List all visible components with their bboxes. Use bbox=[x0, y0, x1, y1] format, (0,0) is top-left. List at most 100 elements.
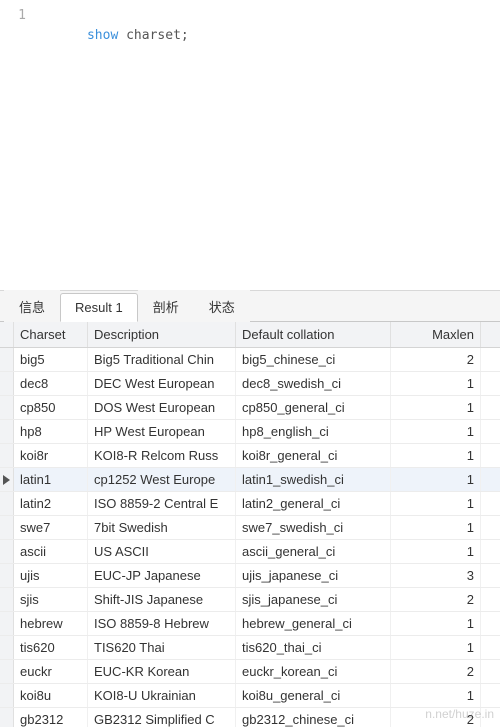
table-row[interactable]: big5Big5 Traditional Chinbig5_chinese_ci… bbox=[0, 348, 500, 372]
code-text[interactable]: show charset; bbox=[40, 6, 189, 66]
table-row[interactable]: swe77bit Swedishswe7_swedish_ci1 bbox=[0, 516, 500, 540]
cell-maxlen[interactable]: 1 bbox=[391, 516, 481, 539]
cell-collation[interactable]: ujis_japanese_ci bbox=[236, 564, 391, 587]
cell-collation[interactable]: hebrew_general_ci bbox=[236, 612, 391, 635]
cell-charset[interactable]: tis620 bbox=[14, 636, 88, 659]
cell-charset[interactable]: ascii bbox=[14, 540, 88, 563]
cell-collation[interactable]: ascii_general_ci bbox=[236, 540, 391, 563]
cell-maxlen[interactable]: 1 bbox=[391, 684, 481, 707]
table-row[interactable]: latin2ISO 8859-2 Central Elatin2_general… bbox=[0, 492, 500, 516]
table-row[interactable]: tis620TIS620 Thaitis620_thai_ci1 bbox=[0, 636, 500, 660]
cell-maxlen[interactable]: 3 bbox=[391, 564, 481, 587]
cell-description[interactable]: DOS West European bbox=[88, 396, 236, 419]
col-header-maxlen[interactable]: Maxlen bbox=[391, 322, 481, 347]
cell-maxlen[interactable]: 1 bbox=[391, 444, 481, 467]
table-row[interactable]: koi8rKOI8-R Relcom Russkoi8r_general_ci1 bbox=[0, 444, 500, 468]
grid-body[interactable]: big5Big5 Traditional Chinbig5_chinese_ci… bbox=[0, 348, 500, 727]
cell-description[interactable]: cp1252 West Europe bbox=[88, 468, 236, 491]
cell-charset[interactable]: sjis bbox=[14, 588, 88, 611]
cell-maxlen[interactable]: 1 bbox=[391, 492, 481, 515]
row-indicator-header bbox=[0, 322, 14, 347]
table-row[interactable]: asciiUS ASCIIascii_general_ci1 bbox=[0, 540, 500, 564]
cell-charset[interactable]: koi8r bbox=[14, 444, 88, 467]
table-row[interactable]: hp8HP West Europeanhp8_english_ci1 bbox=[0, 420, 500, 444]
cell-collation[interactable]: hp8_english_ci bbox=[236, 420, 391, 443]
cell-collation[interactable]: sjis_japanese_ci bbox=[236, 588, 391, 611]
cell-charset[interactable]: koi8u bbox=[14, 684, 88, 707]
table-row[interactable]: koi8uKOI8-U Ukrainiankoi8u_general_ci1 bbox=[0, 684, 500, 708]
cell-maxlen[interactable]: 1 bbox=[391, 540, 481, 563]
cell-description[interactable]: EUC-JP Japanese bbox=[88, 564, 236, 587]
cell-description[interactable]: 7bit Swedish bbox=[88, 516, 236, 539]
cell-charset[interactable]: euckr bbox=[14, 660, 88, 683]
cell-charset[interactable]: swe7 bbox=[14, 516, 88, 539]
cell-maxlen[interactable]: 2 bbox=[391, 588, 481, 611]
cell-charset[interactable]: hebrew bbox=[14, 612, 88, 635]
cell-charset[interactable]: cp850 bbox=[14, 396, 88, 419]
cell-collation[interactable]: euckr_korean_ci bbox=[236, 660, 391, 683]
cell-collation[interactable]: dec8_swedish_ci bbox=[236, 372, 391, 395]
cell-collation[interactable]: koi8u_general_ci bbox=[236, 684, 391, 707]
cell-maxlen[interactable]: 2 bbox=[391, 348, 481, 371]
sql-editor[interactable]: 1 show charset; bbox=[0, 0, 500, 290]
table-row[interactable]: ujisEUC-JP Japaneseujis_japanese_ci3 bbox=[0, 564, 500, 588]
tab-result-1[interactable]: Result 1 bbox=[60, 293, 138, 322]
result-grid[interactable]: Charset Description Default collation Ma… bbox=[0, 322, 500, 727]
cell-collation[interactable]: latin2_general_ci bbox=[236, 492, 391, 515]
cell-charset[interactable]: hp8 bbox=[14, 420, 88, 443]
table-row[interactable]: cp850DOS West Europeancp850_general_ci1 bbox=[0, 396, 500, 420]
cell-collation[interactable]: tis620_thai_ci bbox=[236, 636, 391, 659]
cell-collation[interactable]: latin1_swedish_ci bbox=[236, 468, 391, 491]
row-indicator bbox=[0, 540, 14, 563]
cell-collation[interactable]: cp850_general_ci bbox=[236, 396, 391, 419]
cell-description[interactable]: Big5 Traditional Chin bbox=[88, 348, 236, 371]
table-row[interactable]: hebrewISO 8859-8 Hebrewhebrew_general_ci… bbox=[0, 612, 500, 636]
table-row[interactable]: euckrEUC-KR Koreaneuckr_korean_ci2 bbox=[0, 660, 500, 684]
cell-maxlen[interactable]: 1 bbox=[391, 420, 481, 443]
cell-description[interactable]: TIS620 Thai bbox=[88, 636, 236, 659]
row-indicator bbox=[0, 612, 14, 635]
cell-charset[interactable]: dec8 bbox=[14, 372, 88, 395]
col-header-description[interactable]: Description bbox=[88, 322, 236, 347]
row-indicator bbox=[0, 420, 14, 443]
cell-maxlen[interactable]: 2 bbox=[391, 660, 481, 683]
cell-maxlen[interactable]: 1 bbox=[391, 468, 481, 491]
cell-description[interactable]: US ASCII bbox=[88, 540, 236, 563]
cell-maxlen[interactable]: 1 bbox=[391, 612, 481, 635]
cell-description[interactable]: Shift-JIS Japanese bbox=[88, 588, 236, 611]
grid-header[interactable]: Charset Description Default collation Ma… bbox=[0, 322, 500, 348]
row-indicator bbox=[0, 660, 14, 683]
code-line[interactable]: 1 show charset; bbox=[0, 6, 500, 26]
cell-maxlen[interactable]: 1 bbox=[391, 372, 481, 395]
cell-charset[interactable]: ujis bbox=[14, 564, 88, 587]
cell-maxlen[interactable]: 1 bbox=[391, 636, 481, 659]
table-row[interactable]: dec8DEC West Europeandec8_swedish_ci1 bbox=[0, 372, 500, 396]
table-row[interactable]: latin1cp1252 West Europelatin1_swedish_c… bbox=[0, 468, 500, 492]
row-indicator bbox=[0, 396, 14, 419]
cell-description[interactable]: ISO 8859-2 Central E bbox=[88, 492, 236, 515]
cell-maxlen[interactable]: 2 bbox=[391, 708, 481, 727]
cell-maxlen[interactable]: 1 bbox=[391, 396, 481, 419]
cell-description[interactable]: DEC West European bbox=[88, 372, 236, 395]
table-row[interactable]: sjisShift-JIS Japanesesjis_japanese_ci2 bbox=[0, 588, 500, 612]
cell-charset[interactable]: latin1 bbox=[14, 468, 88, 491]
cell-description[interactable]: GB2312 Simplified C bbox=[88, 708, 236, 727]
table-row[interactable]: gb2312GB2312 Simplified Cgb2312_chinese_… bbox=[0, 708, 500, 727]
cell-collation[interactable]: gb2312_chinese_ci bbox=[236, 708, 391, 727]
cell-description[interactable]: EUC-KR Korean bbox=[88, 660, 236, 683]
col-header-collation[interactable]: Default collation bbox=[236, 322, 391, 347]
tab-status[interactable]: 状态 bbox=[194, 290, 250, 322]
cell-collation[interactable]: big5_chinese_ci bbox=[236, 348, 391, 371]
cell-description[interactable]: ISO 8859-8 Hebrew bbox=[88, 612, 236, 635]
tab-info[interactable]: 信息 bbox=[4, 290, 60, 322]
cell-collation[interactable]: swe7_swedish_ci bbox=[236, 516, 391, 539]
cell-description[interactable]: KOI8-R Relcom Russ bbox=[88, 444, 236, 467]
tab-profile[interactable]: 剖析 bbox=[138, 290, 194, 322]
cell-description[interactable]: KOI8-U Ukrainian bbox=[88, 684, 236, 707]
col-header-charset[interactable]: Charset bbox=[14, 322, 88, 347]
cell-charset[interactable]: big5 bbox=[14, 348, 88, 371]
cell-description[interactable]: HP West European bbox=[88, 420, 236, 443]
cell-charset[interactable]: latin2 bbox=[14, 492, 88, 515]
cell-charset[interactable]: gb2312 bbox=[14, 708, 88, 727]
cell-collation[interactable]: koi8r_general_ci bbox=[236, 444, 391, 467]
